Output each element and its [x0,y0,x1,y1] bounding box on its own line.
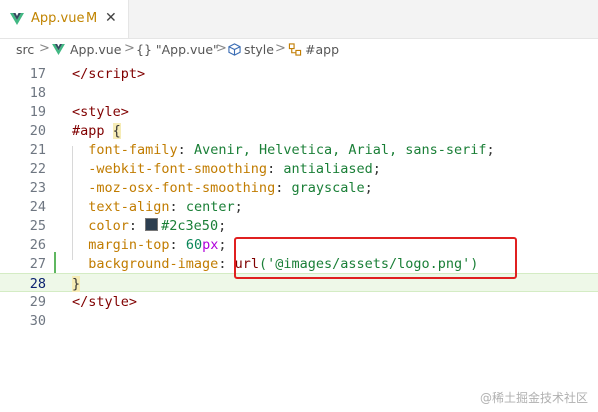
breadcrumb-item-module[interactable]: {} "App.vue" [136,42,219,57]
code-token: script [88,66,138,82]
code-token: Avenir, Helvetica, Arial, sans-serif [193,142,487,158]
code-token: : [169,237,186,253]
code-line[interactable]: 19 <style> [0,102,598,121]
close-icon[interactable]: ✕ [105,10,117,26]
tab-title: App.vue [31,11,85,26]
vue-file-icon [52,44,65,55]
code-token: ; [372,161,381,177]
code-line[interactable]: 23 -moz-osx-font-smoothing: grayscale; [0,178,598,197]
code-token: style [88,294,129,310]
line-number: 22 [29,161,46,177]
breadcrumb-separator: > [216,41,227,56]
tab-app-vue[interactable]: App.vue M ✕ [0,0,129,38]
code-token: > [120,104,129,120]
code-token: color [72,218,129,234]
code-token: #2c3e50 [161,218,219,234]
code-token: > [137,66,146,82]
code-line[interactable]: 22 -webkit-font-smoothing: antialiased; [0,159,598,178]
color-swatch [145,218,159,231]
code-token: style [80,104,121,120]
breadcrumb-item-src[interactable]: src [16,42,34,57]
code-token: center [185,199,235,215]
modified-badge: M [86,11,98,26]
line-number: 29 [29,294,46,310]
code-token: </ [72,294,89,310]
line-number: 26 [29,237,46,253]
code-token: -webkit-font-smoothing [72,161,268,177]
line-code: -webkit-font-smoothing: antialiased; [72,161,381,177]
line-number: 25 [29,218,46,234]
line-number: 19 [29,104,46,120]
code-token: > [128,294,138,310]
line-code: color: #2c3e50; [72,218,226,234]
vue-file-icon [10,13,24,25]
code-token: : [169,199,186,215]
code-token: </ [72,66,89,82]
breadcrumb-separator: > [275,41,286,56]
code-line[interactable]: 30 [0,311,598,330]
code-line[interactable]: 25 color: #2c3e50; [0,216,598,235]
line-number: 23 [29,180,46,196]
selector-icon [288,43,302,56]
line-number: 21 [29,142,46,158]
code-line[interactable]: 18 [0,83,598,102]
code-token: ; [364,180,373,196]
code-token: : [218,256,235,272]
line-code: } [72,276,81,292]
breadcrumb-separator: > [39,41,50,56]
breadcrumb-item-app-vue[interactable]: App.vue [70,42,121,57]
code-token: 60 [185,237,203,253]
code-token: grayscale [291,180,365,196]
code-line[interactable]: 20 #app { [0,121,598,140]
line-code: font-family: Avenir, Helvetica, Arial, s… [72,142,495,158]
code-line[interactable]: 17 </script> [0,64,598,83]
code-line[interactable]: 24 text-align: center; [0,197,598,216]
breadcrumb-separator: > [124,41,135,56]
code-token: ; [486,142,495,158]
code-token: } [72,276,81,292]
cube-icon [228,43,241,56]
line-number: 17 [29,66,46,82]
watermark: @稀土掘金技术社区 [479,391,588,405]
breadcrumb: src > App.vue > {} "App.vue" > style > #… [0,38,598,62]
line-number: 27 [29,256,46,272]
line-number: 30 [29,313,46,329]
tab-bar: App.vue M ✕ [0,0,598,39]
highlight-annotation [234,237,517,279]
code-token: margin-top [72,237,170,253]
line-code: text-align: center; [72,199,243,215]
code-token: ; [234,199,243,215]
line-number: 20 [29,123,46,139]
code-token: px [202,237,219,253]
code-token: { [112,123,121,139]
breadcrumb-item-style[interactable]: style [244,42,274,57]
code-token: background-image [72,256,219,272]
code-token: font-family [72,142,178,158]
code-line[interactable]: 29 </style> [0,292,598,311]
code-token: -moz-osx-font-smoothing [72,180,276,196]
line-code: <style> [72,104,129,120]
code-token: : [177,142,194,158]
breadcrumb-item-app-selector[interactable]: #app [305,42,339,57]
code-token: < [72,104,81,120]
line-number: 28 [29,276,46,292]
line-code: margin-top: 60px; [72,237,226,253]
code-token: text-align [72,199,170,215]
line-code: -moz-osx-font-smoothing: grayscale; [72,180,373,196]
code-token: #app [72,123,113,139]
code-line[interactable]: 21 font-family: Avenir, Helvetica, Arial… [0,140,598,159]
code-token: ; [218,237,227,253]
line-code: </style> [72,294,137,310]
line-number: 18 [29,85,46,101]
code-token: ; [218,218,227,234]
code-token: : [267,161,284,177]
line-code: </script> [72,66,145,82]
line-code: #app { [72,123,121,139]
code-token: antialiased [283,161,373,177]
line-number: 24 [29,199,46,215]
code-token: : [275,180,292,196]
code-token: : [128,218,146,234]
